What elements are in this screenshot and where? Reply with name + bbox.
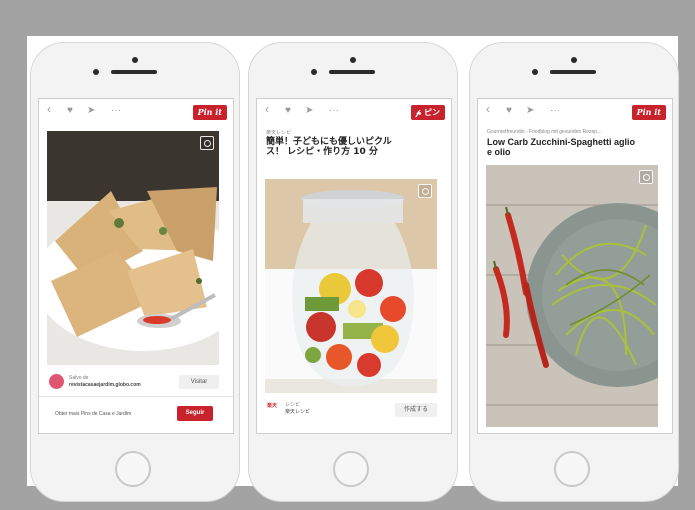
front-camera: [532, 69, 538, 75]
home-button[interactable]: [115, 451, 151, 487]
follow-button[interactable]: Seguir: [177, 406, 213, 421]
send-icon[interactable]: ➤: [526, 106, 534, 116]
pastry-photo: [47, 131, 219, 365]
pin-toolbar: ‹ ♥ ➤ ··· Pin it: [478, 99, 672, 125]
speaker: [329, 70, 375, 74]
top-camera: [132, 57, 138, 63]
send-icon[interactable]: ➤: [87, 106, 95, 116]
speaker: [550, 70, 596, 74]
more-icon[interactable]: ···: [550, 106, 560, 116]
avatar: [49, 374, 64, 389]
brand-line-2[interactable]: 楽天レシピ: [285, 409, 310, 415]
heart-icon[interactable]: ♥: [67, 106, 73, 116]
pin-image-pickles[interactable]: [265, 179, 437, 393]
pin-image-zucchini[interactable]: [486, 165, 658, 427]
heart-icon[interactable]: ♥: [285, 106, 291, 116]
heart-icon[interactable]: ♥: [506, 106, 512, 116]
pin-title: Low Carb Zucchini-Spaghetti aglio e olio: [487, 137, 636, 157]
screen-1: ‹ ♥ ➤ ··· Pin it Salvo de revistacasaeja…: [38, 98, 234, 434]
source-label: Gourmetfreundin - Foodblog mit gesunden …: [487, 129, 603, 135]
screen-3: ‹ ♥ ➤ ··· Pin it Gourmetfreundin - Foodb…: [477, 98, 673, 434]
visual-search-icon[interactable]: [418, 184, 432, 198]
front-camera: [93, 69, 99, 75]
screen-2: ‹ ♥ ➤ ··· 𝓅 ピン 楽天レシピ 簡単！子どもにも優しいピクルス！ レシ…: [256, 98, 452, 434]
send-icon[interactable]: ➤: [305, 106, 313, 116]
chevron-left-icon[interactable]: ‹: [47, 103, 51, 115]
top-camera: [571, 57, 577, 63]
top-camera: [350, 57, 356, 63]
divider: [39, 396, 233, 397]
pin-toolbar: ‹ ♥ ➤ ··· 𝓅 ピン: [257, 99, 451, 125]
pin-it-label: ピン: [424, 108, 440, 117]
visit-button[interactable]: Visitar: [179, 375, 219, 389]
home-button[interactable]: [333, 451, 369, 487]
more-pins-text: Obter mais Pins de Casa e Jardim: [55, 411, 132, 417]
pin-it-button[interactable]: Pin it: [631, 105, 666, 120]
more-icon[interactable]: ···: [111, 106, 121, 116]
pin-toolbar: ‹ ♥ ➤ ··· Pin it: [39, 99, 233, 125]
chevron-left-icon[interactable]: ‹: [486, 103, 490, 115]
chevron-left-icon[interactable]: ‹: [265, 103, 269, 115]
brand-logo: 楽天: [267, 403, 278, 409]
home-button[interactable]: [554, 451, 590, 487]
pin-title: 簡単！子どもにも優しいピクルス！ レシピ・作り方 10 分: [266, 137, 392, 157]
phone-3: ‹ ♥ ➤ ··· Pin it Gourmetfreundin - Foodb…: [469, 42, 679, 502]
pin-image-pastries[interactable]: [47, 131, 219, 365]
source-label: 楽天レシピ: [266, 130, 292, 136]
zucchini-photo: [486, 165, 658, 427]
visual-search-icon[interactable]: [639, 170, 653, 184]
source-prefix: Salvo de: [69, 375, 89, 381]
speaker: [111, 70, 157, 74]
front-camera: [311, 69, 317, 75]
source-site[interactable]: revistacasaejardim.globo.com: [69, 382, 141, 388]
create-button[interactable]: 作成する: [395, 403, 437, 417]
phone-2: ‹ ♥ ➤ ··· 𝓅 ピン 楽天レシピ 簡単！子どもにも優しいピクルス！ レシ…: [248, 42, 458, 502]
promo-stage: ‹ ♥ ➤ ··· Pin it Salvo de revistacasaeja…: [27, 36, 679, 502]
pin-it-button[interactable]: 𝓅 ピン: [410, 105, 445, 120]
brand-line-1: レシピ: [285, 402, 301, 408]
phone-1: ‹ ♥ ➤ ··· Pin it Salvo de revistacasaeja…: [30, 42, 240, 502]
pin-it-button[interactable]: Pin it: [192, 105, 227, 120]
visual-search-icon[interactable]: [200, 136, 214, 150]
pickle-jar-photo: [265, 179, 437, 393]
more-icon[interactable]: ···: [329, 106, 339, 116]
